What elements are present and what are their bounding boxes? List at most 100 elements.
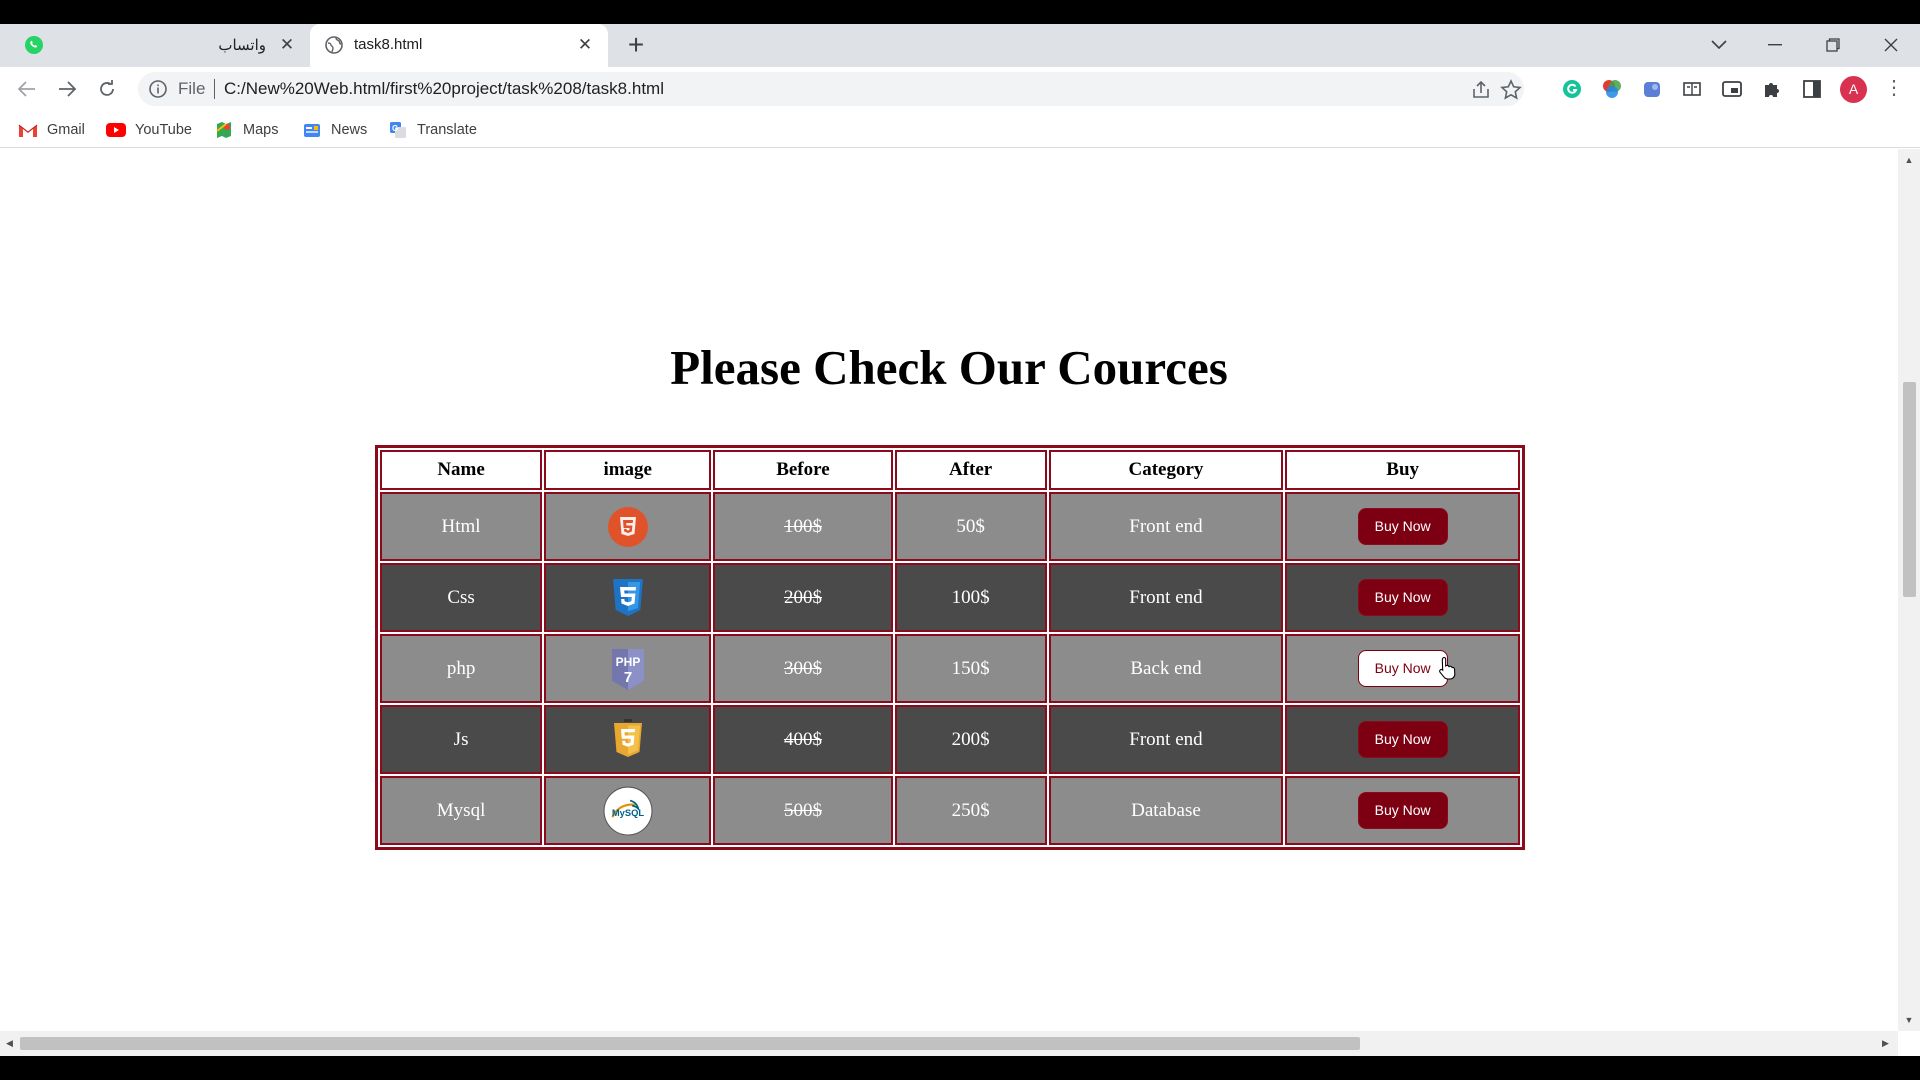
price-after: 200$ [894,705,1047,774]
url-text[interactable]: C:/New%20Web.html/first%20project/task%2… [224,79,664,99]
buy-cell: Buy Now [1285,634,1520,703]
youtube-icon [106,122,126,138]
price-before-value: 200$ [783,586,822,608]
vertical-scrollbar[interactable]: ▲ ▼ [1898,149,1920,1031]
bookmark-news[interactable]: News [302,119,367,141]
buy-now-button[interactable]: Buy Now [1357,508,1448,545]
svg-text:MySQL: MySQL [612,808,645,818]
puzzle-icon[interactable] [1760,77,1784,101]
bookmark-label: Maps [243,122,279,138]
close-window-button[interactable] [1869,30,1913,60]
share-icon[interactable] [1470,79,1492,101]
close-icon[interactable]: ✕ [574,34,596,56]
extension-blue-icon[interactable] [1640,77,1664,101]
course-name: Html [380,492,543,561]
maps-icon [214,122,234,138]
scroll-down-icon[interactable]: ▼ [1904,1015,1914,1025]
news-icon [302,122,322,138]
tab-title: واتساب [218,37,266,54]
tab-task8[interactable]: task8.html ✕ [310,24,608,67]
price-before: 100$ [713,492,893,561]
column-header-before: Before [713,450,893,490]
bookmark-translate[interactable]: G Translate [388,119,477,141]
table-row: Mysql MySQL 500$ 250$ Database Buy Now [380,776,1520,845]
buy-now-button[interactable]: Buy Now [1357,792,1448,829]
buy-cell: Buy Now [1285,705,1520,774]
minimize-icon [1768,44,1782,46]
back-button[interactable] [13,75,41,103]
restore-button[interactable] [1811,30,1855,60]
course-image-cell [544,563,712,632]
price-after: 50$ [894,492,1047,561]
bookmark-youtube[interactable]: YouTube [106,119,192,141]
buy-cell: Buy Now [1285,492,1520,561]
php7-logo-icon: PHP 7 [611,648,644,690]
tab-whatsapp[interactable]: واتساب ✕ [10,24,310,67]
minimize-button[interactable] [1753,30,1797,60]
scroll-up-icon[interactable]: ▲ [1904,155,1914,165]
vertical-scroll-thumb[interactable] [1903,382,1916,597]
table-row: Css 200$ 100$ Front end Buy Now [380,563,1520,632]
price-after: 250$ [894,776,1047,845]
bookmark-label: Gmail [47,122,85,138]
course-image-cell: MySQL [544,776,712,845]
reading-mode-icon[interactable] [1680,77,1704,101]
profile-avatar[interactable]: A [1840,76,1867,103]
restore-icon [1826,38,1840,52]
price-before-value: 400$ [783,728,822,750]
tab-title: task8.html [354,36,423,53]
globe-icon [325,36,343,54]
address-bar[interactable]: File C:/New%20Web.html/first%20project/t… [138,72,1524,106]
html-logo-icon [607,506,648,547]
buy-now-button[interactable]: Buy Now [1357,721,1448,758]
bookmark-label: News [331,122,368,138]
courses-table: Name image Before After Category Buy Htm… [375,445,1525,850]
forward-button[interactable] [53,75,81,103]
scroll-right-icon[interactable]: ▶ [1882,1038,1892,1048]
picture-in-picture-icon[interactable] [1720,77,1744,101]
new-tab-button[interactable]: + [622,31,650,60]
svg-text:7: 7 [624,669,632,686]
course-name: php [380,634,543,703]
course-image-cell [544,492,712,561]
table-header-row: Name image Before After Category Buy [380,450,1520,490]
buy-now-button[interactable]: Buy Now [1357,579,1448,616]
scheme-label: File [178,79,206,98]
css3-logo-icon [612,578,643,616]
page-title: Please Check Our Cources [670,340,1228,395]
buy-cell: Buy Now [1285,776,1520,845]
price-before: 400$ [713,705,893,774]
price-before: 200$ [713,563,893,632]
table-row: php PHP 7 300$ 150$ Back end Buy Now [380,634,1520,703]
arrow-right-icon [59,81,76,97]
tab-strip: واتساب ✕ task8.html ✕ + [0,24,1920,67]
js-logo-icon [613,718,642,757]
close-icon[interactable]: ✕ [276,34,298,56]
horizontal-scrollbar[interactable]: ◀ ▶ [0,1031,1898,1056]
tab-search-button[interactable] [1697,30,1741,60]
address-separator [214,79,215,99]
reload-icon [100,80,114,96]
scroll-left-icon[interactable]: ◀ [6,1038,16,1048]
info-icon[interactable] [148,79,168,99]
course-category: Front end [1048,705,1284,774]
column-header-image: image [544,450,712,490]
bookmark-maps[interactable]: Maps [214,119,278,141]
svg-text:PHP: PHP [615,655,640,669]
course-name: Js [380,705,543,774]
price-before-value: 300$ [783,657,822,679]
buy-now-button[interactable]: Buy Now [1357,650,1448,687]
grammarly-icon[interactable] [1560,77,1584,101]
side-panel-icon[interactable] [1800,77,1824,101]
color-picker-extension-icon[interactable] [1600,77,1624,101]
bookmark-gmail[interactable]: Gmail [18,119,85,141]
arrow-left-icon [18,81,35,97]
mysql-logo-icon: MySQL [603,786,653,835]
whatsapp-icon [25,36,43,54]
reload-button[interactable] [93,75,121,103]
horizontal-scroll-thumb[interactable] [20,1037,1360,1050]
price-after: 150$ [894,634,1047,703]
column-header-category: Category [1048,450,1284,490]
menu-kebab-icon[interactable]: ⋮ [1882,77,1906,101]
star-icon[interactable] [1500,79,1522,101]
